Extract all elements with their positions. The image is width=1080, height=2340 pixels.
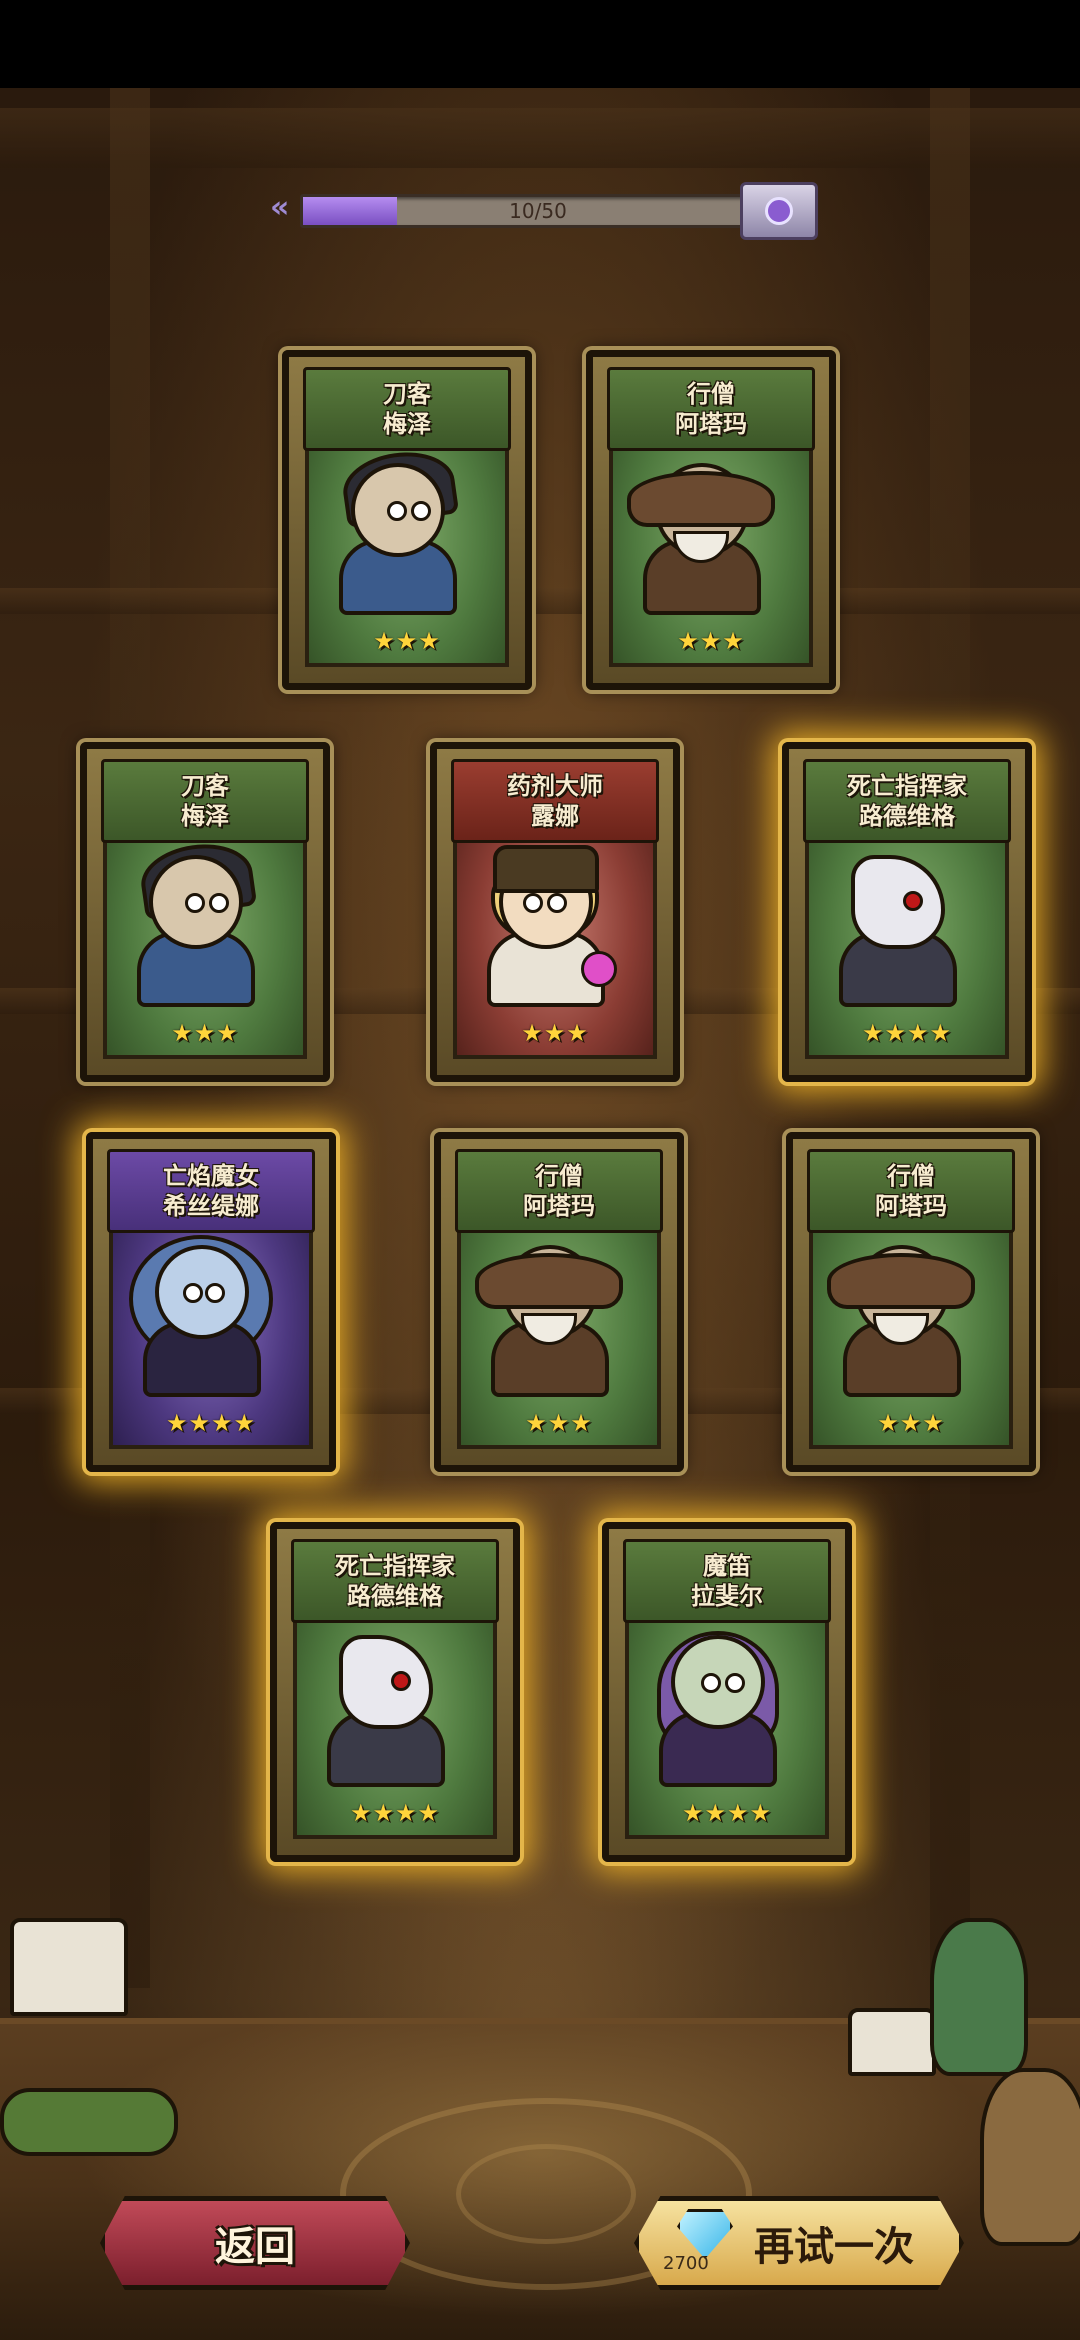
- retry-button[interactable]: 2700 再试一次: [634, 2196, 964, 2290]
- card-name-banner: 亡焰魔女 希丝缇娜: [107, 1149, 315, 1233]
- card-name-banner: 魔笛 拉斐尔: [623, 1539, 831, 1623]
- hero-title: 行僧: [687, 380, 735, 408]
- hero-portrait: [649, 1625, 779, 1787]
- star-rating: ★★★★: [861, 1019, 953, 1047]
- hero-name: 路德维格: [859, 802, 955, 830]
- card-name-banner: 死亡指挥家 路德维格: [803, 759, 1011, 843]
- candle-stack: [10, 1918, 128, 2016]
- hero-portrait: [127, 837, 258, 1007]
- card-name-banner: 药剂大师 露娜: [451, 759, 659, 843]
- hero-name: 阿塔玛: [675, 410, 747, 438]
- reward-chest-icon[interactable]: [740, 182, 818, 240]
- hero-portrait: [317, 1625, 445, 1787]
- hero-portrait: [329, 445, 460, 615]
- hero-portrait: [829, 845, 957, 1007]
- hero-title: 死亡指挥家: [335, 1552, 455, 1580]
- hero-card[interactable]: 行僧 阿塔玛 ★★★: [786, 1132, 1036, 1472]
- card-name-banner: 行僧 阿塔玛: [607, 367, 815, 451]
- hero-title: 行僧: [535, 1162, 583, 1190]
- progress-label: 10/50: [509, 199, 567, 223]
- hero-name: 露娜: [531, 802, 579, 830]
- hero-name: 梅泽: [383, 410, 431, 438]
- progress-track: 10/50: [300, 194, 776, 228]
- hero-card[interactable]: 魔笛 拉斐尔 ★★★★: [602, 1522, 852, 1862]
- card-name-banner: 行僧 阿塔玛: [807, 1149, 1015, 1233]
- star-rating: ★★★★: [349, 1799, 441, 1827]
- hero-title: 药剂大师: [507, 772, 603, 800]
- hero-title: 死亡指挥家: [847, 772, 967, 800]
- hero-name: 阿塔玛: [523, 1192, 595, 1220]
- star-rating: ★★★: [877, 1409, 945, 1437]
- potion-bottle: [930, 1918, 1028, 2076]
- back-button-label: 返回: [215, 2224, 295, 2270]
- diamond-icon: [677, 2209, 733, 2259]
- hero-portrait: [477, 845, 617, 1007]
- hero-card[interactable]: 亡焰魔女 希丝缇娜 ★★★★: [86, 1132, 336, 1472]
- star-rating: ★★★: [521, 1019, 589, 1047]
- hero-portrait: [475, 1235, 623, 1397]
- hero-name: 阿塔玛: [875, 1192, 947, 1220]
- star-rating: ★★★★: [681, 1799, 773, 1827]
- hero-card[interactable]: 刀客 梅泽 ★★★: [282, 350, 532, 690]
- barrel: [980, 2068, 1080, 2246]
- hero-title: 刀客: [383, 380, 431, 408]
- hero-card[interactable]: 药剂大师 露娜 ★★★: [430, 742, 680, 1082]
- hero-portrait: [129, 1235, 273, 1397]
- hero-card[interactable]: 死亡指挥家 路德维格 ★★★★: [782, 742, 1032, 1082]
- hero-name: 梅泽: [181, 802, 229, 830]
- star-rating: ★★★: [677, 627, 745, 655]
- hero-card[interactable]: 死亡指挥家 路德维格 ★★★★: [270, 1522, 520, 1862]
- card-name-banner: 死亡指挥家 路德维格: [291, 1539, 499, 1623]
- draw-progress-bar: « 10/50: [270, 182, 818, 240]
- green-bottle: [0, 2088, 178, 2156]
- hero-card[interactable]: 行僧 阿塔玛 ★★★: [586, 350, 836, 690]
- hero-title: 魔笛: [703, 1552, 751, 1580]
- star-rating: ★★★: [373, 627, 441, 655]
- star-rating: ★★★: [171, 1019, 239, 1047]
- card-name-banner: 刀客 梅泽: [303, 367, 511, 451]
- card-name-banner: 行僧 阿塔玛: [455, 1149, 663, 1233]
- ceiling-beam: [0, 108, 1080, 168]
- star-rating: ★★★★: [165, 1409, 257, 1437]
- hero-title: 刀客: [181, 772, 229, 800]
- hero-name: 希丝缇娜: [163, 1192, 259, 1220]
- hero-portrait: [827, 1235, 975, 1397]
- hero-portrait: [627, 453, 775, 615]
- hero-title: 亡焰魔女: [163, 1162, 259, 1190]
- card-name-banner: 刀客 梅泽: [101, 759, 309, 843]
- retry-button-label: 再试一次: [754, 2224, 914, 2270]
- hero-card[interactable]: 行僧 阿塔玛 ★★★: [434, 1132, 684, 1472]
- star-rating: ★★★: [525, 1409, 593, 1437]
- shelf: [0, 588, 1080, 614]
- retry-cost: 2700: [663, 2253, 709, 2274]
- hero-title: 行僧: [887, 1162, 935, 1190]
- back-button[interactable]: 返回: [100, 2196, 410, 2290]
- hero-name: 路德维格: [347, 1582, 443, 1610]
- hero-card[interactable]: 刀客 梅泽 ★★★: [80, 742, 330, 1082]
- candle: [848, 2008, 936, 2076]
- hero-name: 拉斐尔: [691, 1582, 763, 1610]
